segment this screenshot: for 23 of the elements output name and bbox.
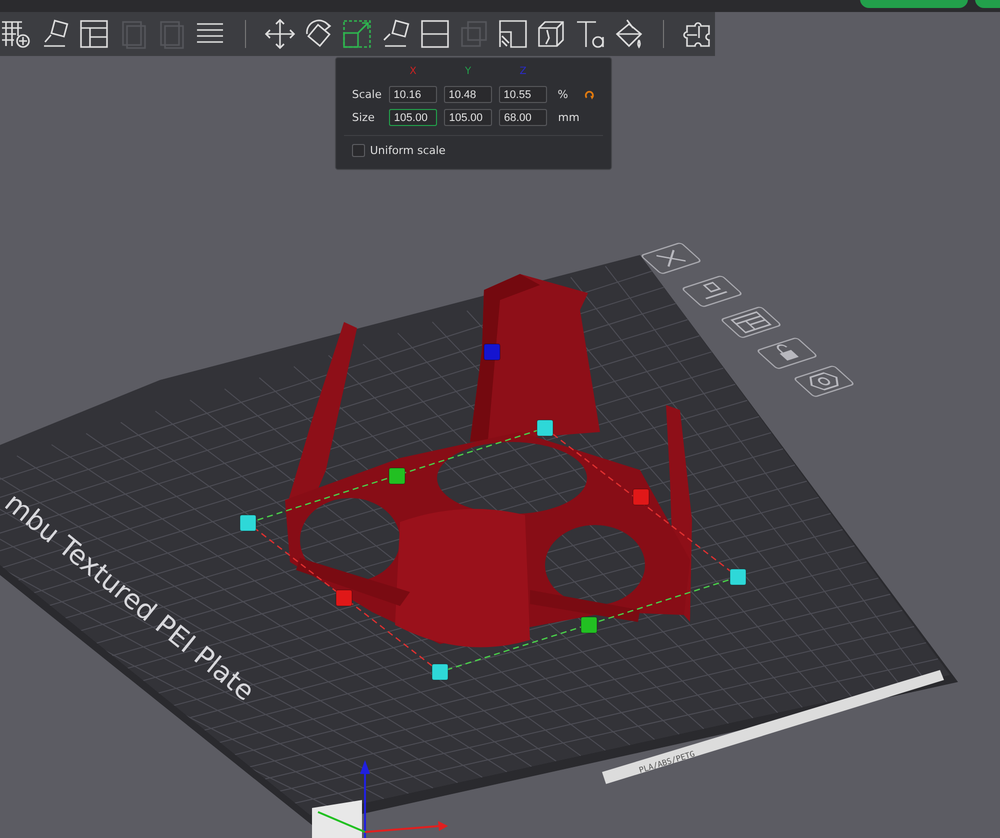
layout-icon[interactable] [78, 18, 110, 50]
axis-label: Y [464, 66, 472, 79]
unit-label: % [558, 88, 570, 101]
value-field[interactable]: 68.00 [499, 109, 547, 126]
scale-icon[interactable] [341, 18, 374, 50]
reset-icon[interactable] [584, 88, 595, 100]
value-field[interactable]: 10.16 [388, 86, 437, 103]
checkbox[interactable] [352, 144, 365, 157]
add-grid-icon[interactable] [0, 18, 32, 50]
text-icon[interactable] [574, 18, 606, 50]
value-field[interactable]: 105.00 [444, 109, 492, 126]
axis-label: X [408, 66, 418, 79]
split-icon[interactable] [419, 18, 451, 50]
value-field[interactable]: 10.55 [498, 86, 547, 103]
move-icon[interactable] [264, 18, 296, 50]
field-label: Size [352, 111, 376, 124]
value-field[interactable]: 10.48 [444, 86, 492, 103]
field-label: Scale [352, 88, 382, 101]
unit-label: mm [558, 111, 580, 124]
support-paint-icon[interactable] [496, 18, 529, 50]
axis-label: Z [518, 66, 528, 79]
checkbox-label: Uniform scale [370, 144, 446, 157]
value-field[interactable]: 105.00 [389, 109, 437, 126]
